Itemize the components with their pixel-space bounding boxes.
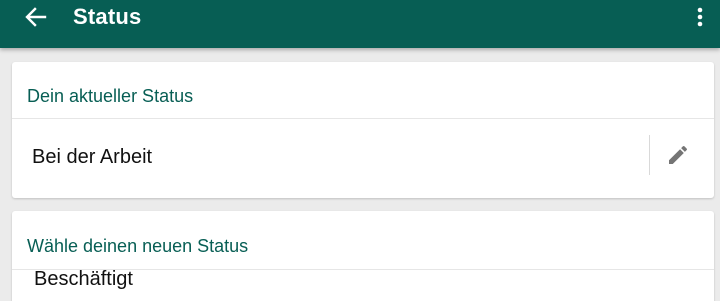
back-button[interactable] xyxy=(16,0,56,34)
status-screen: Status Dein aktueller Status Bei der Arb… xyxy=(0,0,720,301)
arrow-left-icon xyxy=(25,7,47,27)
status-option-item[interactable]: Beschäftigt xyxy=(12,268,714,301)
current-status-header: Dein aktueller Status xyxy=(27,86,194,106)
more-options-button[interactable] xyxy=(688,0,712,34)
status-option-label: Beschäftigt xyxy=(34,268,133,290)
app-bar: Status xyxy=(0,0,720,48)
page-title: Status xyxy=(73,4,142,29)
current-status-card: Dein aktueller Status Bei der Arbeit xyxy=(12,62,714,198)
new-status-card: Wähle deinen neuen Status Beschäftigt xyxy=(12,211,714,301)
vertical-divider xyxy=(649,135,650,175)
edit-status-button[interactable] xyxy=(662,139,694,171)
current-status-row[interactable]: Bei der Arbeit xyxy=(12,119,714,198)
current-status-text: Bei der Arbeit xyxy=(32,146,153,168)
new-status-header: Wähle deinen neuen Status xyxy=(27,236,249,256)
more-vertical-icon xyxy=(697,7,703,27)
pencil-icon xyxy=(669,145,688,164)
